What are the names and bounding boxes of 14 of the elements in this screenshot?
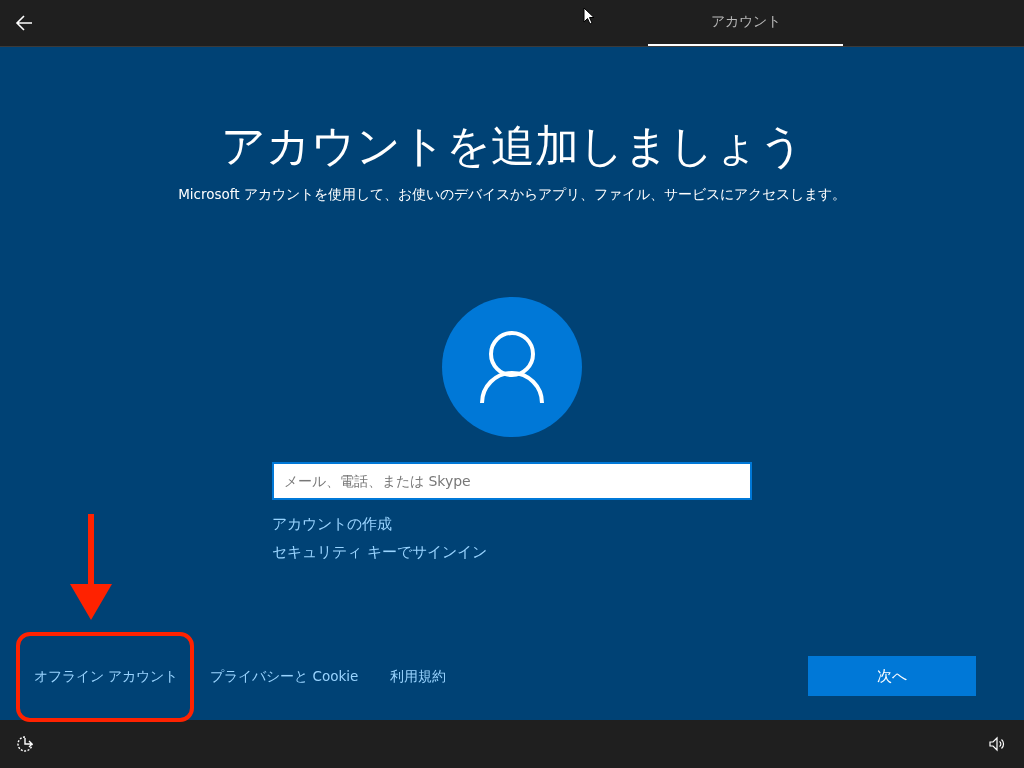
user-avatar-icon — [442, 297, 582, 437]
link[interactable]: セキュリティ キーでサインイン — [272, 538, 752, 566]
next-button[interactable]: 次へ — [808, 656, 976, 696]
accessibility-icon[interactable] — [16, 735, 34, 753]
mouse-cursor-icon — [583, 7, 595, 25]
link[interactable]: アカウントの作成 — [272, 510, 752, 538]
email-input-field[interactable]: メール、電話、または Skype — [272, 462, 752, 500]
page-subheading: Microsoft アカウントを使用して、お使いのデバイスからアプリ、ファイル、サービスにアクセスします。 — [178, 186, 846, 204]
footer-link[interactable]: オフライン アカウント — [34, 668, 179, 684]
page-heading: アカウントを追加しましょう — [220, 119, 804, 173]
footer-link[interactable]: プライバシーと Cookie — [210, 668, 359, 684]
back-arrow-icon[interactable] — [14, 13, 34, 33]
footer-link[interactable]: 利用規約 — [390, 668, 447, 684]
volume-icon[interactable] — [988, 735, 1006, 753]
